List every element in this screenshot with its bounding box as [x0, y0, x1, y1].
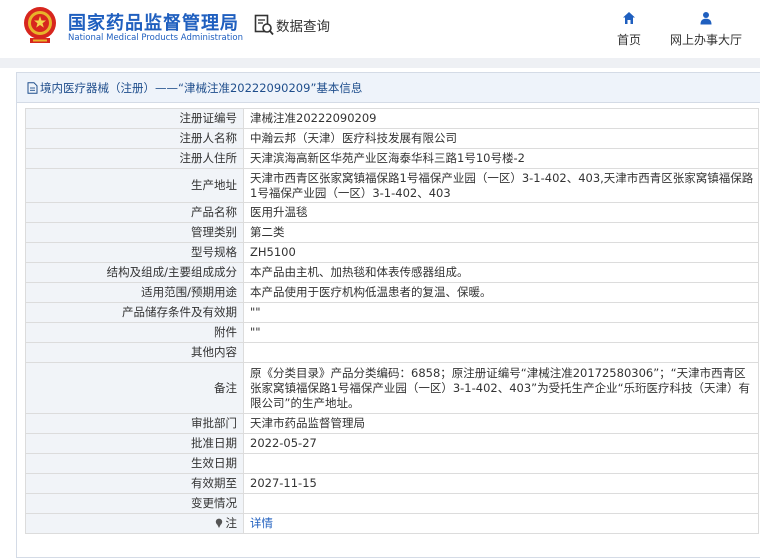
- table-row-note: 注详情: [25, 513, 759, 534]
- field-label: 审批部门: [25, 413, 244, 434]
- document-icon: [27, 81, 38, 94]
- field-value: 津械注准20222090209: [243, 108, 759, 129]
- note-value-cell: 详情: [243, 513, 759, 534]
- field-label: 注册人名称: [25, 128, 244, 149]
- note-label: 注: [225, 516, 238, 530]
- field-value: "": [243, 322, 759, 343]
- field-value: 本产品使用于医疗机构低温患者的复温、保暖。: [243, 282, 759, 303]
- field-label: 变更情况: [25, 493, 244, 514]
- home-icon: [623, 12, 635, 24]
- panel-title-bar: 境内医疗器械（注册）——“津械注准20222090209”基本信息: [17, 73, 760, 103]
- document-search-icon: [254, 14, 274, 36]
- field-value: 天津滨海高新区华苑产业区海泰华科三路1号10号楼-2: [243, 148, 759, 169]
- table-row: 附件 "": [25, 322, 759, 343]
- note-label-cell: 注: [25, 513, 244, 534]
- table-row: 产品储存条件及有效期 "": [25, 302, 759, 323]
- field-label: 注册证编号: [25, 108, 244, 129]
- table-row: 变更情况: [25, 493, 759, 514]
- field-label: 适用范围/预期用途: [25, 282, 244, 303]
- field-value: [243, 493, 759, 514]
- field-value: 本产品由主机、加热毯和体表传感器组成。: [243, 262, 759, 283]
- field-value: [243, 453, 759, 474]
- field-label: 生效日期: [25, 453, 244, 474]
- field-label: 生产地址: [25, 168, 244, 203]
- nav-online-office[interactable]: 网上办事大厅: [664, 11, 748, 48]
- site-header: 国家药品监督管理局 National Medical Products Admi…: [0, 0, 760, 58]
- header-divider: [0, 58, 760, 68]
- table-row: 结构及组成/主要组成成分 本产品由主机、加热毯和体表传感器组成。: [25, 262, 759, 283]
- field-value: 中瀚云邦（天津）医疗科技发展有限公司: [243, 128, 759, 149]
- nav-online-office-label: 网上办事大厅: [669, 33, 742, 47]
- table-row: 注册人住所 天津滨海高新区华苑产业区海泰华科三路1号10号楼-2: [25, 148, 759, 169]
- field-value: [243, 342, 759, 363]
- data-query-link[interactable]: 数据查询: [254, 14, 330, 36]
- field-value: "": [243, 302, 759, 323]
- field-value: 原《分类目录》产品分类编码：6858；原注册证编号“津械注准2017258030…: [243, 362, 759, 414]
- field-label: 结构及组成/主要组成成分: [25, 262, 244, 283]
- field-label: 其他内容: [25, 342, 244, 363]
- field-value: 天津市药品监督管理局: [243, 413, 759, 434]
- data-query-label: 数据查询: [276, 19, 330, 35]
- details-link[interactable]: 详情: [250, 516, 273, 530]
- table-row: 生产地址 天津市西青区张家窝镇福保路1号福保产业园（一区）3-1-402、403,…: [25, 168, 759, 203]
- table-row: 其他内容: [25, 342, 759, 363]
- field-value: 第二类: [243, 222, 759, 243]
- field-label: 产品名称: [25, 202, 244, 223]
- table-row: 注册人名称 中瀚云邦（天津）医疗科技发展有限公司: [25, 128, 759, 149]
- field-label: 管理类别: [25, 222, 244, 243]
- table-row: 型号规格 ZH5100: [25, 242, 759, 263]
- field-label: 附件: [25, 322, 244, 343]
- field-value: 2022-05-27: [243, 433, 759, 454]
- table-row: 备注 原《分类目录》产品分类编码：6858；原注册证编号“津械注准20172580…: [25, 362, 759, 414]
- panel-title: 境内医疗器械（注册）——“津械注准20222090209”基本信息: [40, 80, 363, 95]
- field-label: 型号规格: [25, 242, 244, 263]
- table-row: 适用范围/预期用途 本产品使用于医疗机构低温患者的复温、保暖。: [25, 282, 759, 303]
- national-emblem-icon: [24, 7, 56, 43]
- table-row: 管理类别 第二类: [25, 222, 759, 243]
- detail-table: 注册证编号 津械注准20222090209 注册人名称 中瀚云邦（天津）医疗科技发展有…: [25, 108, 759, 534]
- field-value: ZH5100: [243, 242, 759, 263]
- field-value: 2027-11-15: [243, 473, 759, 494]
- field-label: 备注: [25, 362, 244, 414]
- field-label: 有效期至: [25, 473, 244, 494]
- field-label: 产品储存条件及有效期: [25, 302, 244, 323]
- nav-home[interactable]: 首页: [612, 11, 646, 48]
- table-row: 有效期至 2027-11-15: [25, 473, 759, 494]
- table-row: 生效日期: [25, 453, 759, 474]
- nav-home-label: 首页: [616, 33, 641, 47]
- field-label: 注册人住所: [25, 148, 244, 169]
- brand-subtitle: National Medical Products Administration: [68, 33, 243, 43]
- field-label: 批准日期: [25, 433, 244, 454]
- brand-title: 国家药品监督管理局: [68, 13, 239, 34]
- table-row: 审批部门 天津市药品监督管理局: [25, 413, 759, 434]
- pin-icon: [215, 518, 222, 528]
- detail-panel: 境内医疗器械（注册）——“津械注准20222090209”基本信息 注册证编号津…: [16, 72, 760, 558]
- user-icon: [700, 12, 712, 25]
- field-value: 天津市西青区张家窝镇福保路1号福保产业园（一区）3-1-402、403,天津市西…: [243, 168, 759, 203]
- table-row: 注册证编号 津械注准20222090209: [25, 108, 759, 129]
- field-value: 医用升温毯: [243, 202, 759, 223]
- table-row: 批准日期 2022-05-27: [25, 433, 759, 454]
- table-row: 产品名称 医用升温毯: [25, 202, 759, 223]
